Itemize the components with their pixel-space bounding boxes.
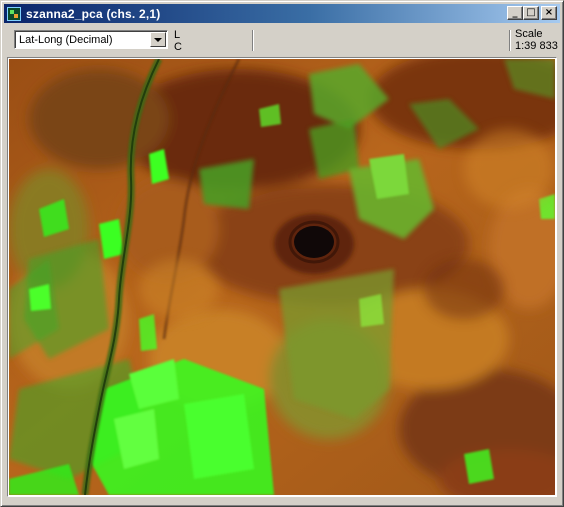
coordinate-system-select[interactable]: Lat-Long (Decimal) [14,30,168,49]
image-window: szanna2_pca (chs. 2,1) _ □ × Lat-Long (D… [0,0,564,507]
satellite-image[interactable] [9,59,555,495]
chevron-down-icon [154,37,162,42]
scale-label: Scale [515,28,543,40]
image-viewport[interactable] [7,57,557,497]
coordinate-system-value: Lat-Long (Decimal) [19,33,113,46]
scale-value: 1:39 833 [515,40,558,52]
maximize-icon: □ [526,7,536,18]
coordinate-toolbar: Lat-Long (Decimal) L C Scale 1:39 833 [4,25,560,56]
window-title: szanna2_pca (chs. 2,1) [26,6,161,21]
toolbar-divider [252,30,254,51]
caption-buttons: _ □ × [507,6,557,20]
title-bar[interactable]: szanna2_pca (chs. 2,1) _ □ × [4,4,560,23]
close-button[interactable]: × [541,6,557,20]
toolbar-divider [509,30,511,51]
dropdown-button[interactable] [150,32,166,47]
crater-layer [274,214,354,274]
minimize-button[interactable]: _ [507,6,523,20]
app-icon [7,6,21,21]
column-label: C [174,41,182,53]
minimize-icon: _ [512,7,518,18]
scale-readout: Scale 1:39 833 [515,28,558,52]
close-icon: × [544,7,554,18]
line-label: L [174,29,181,41]
maximize-button[interactable]: □ [523,6,539,20]
